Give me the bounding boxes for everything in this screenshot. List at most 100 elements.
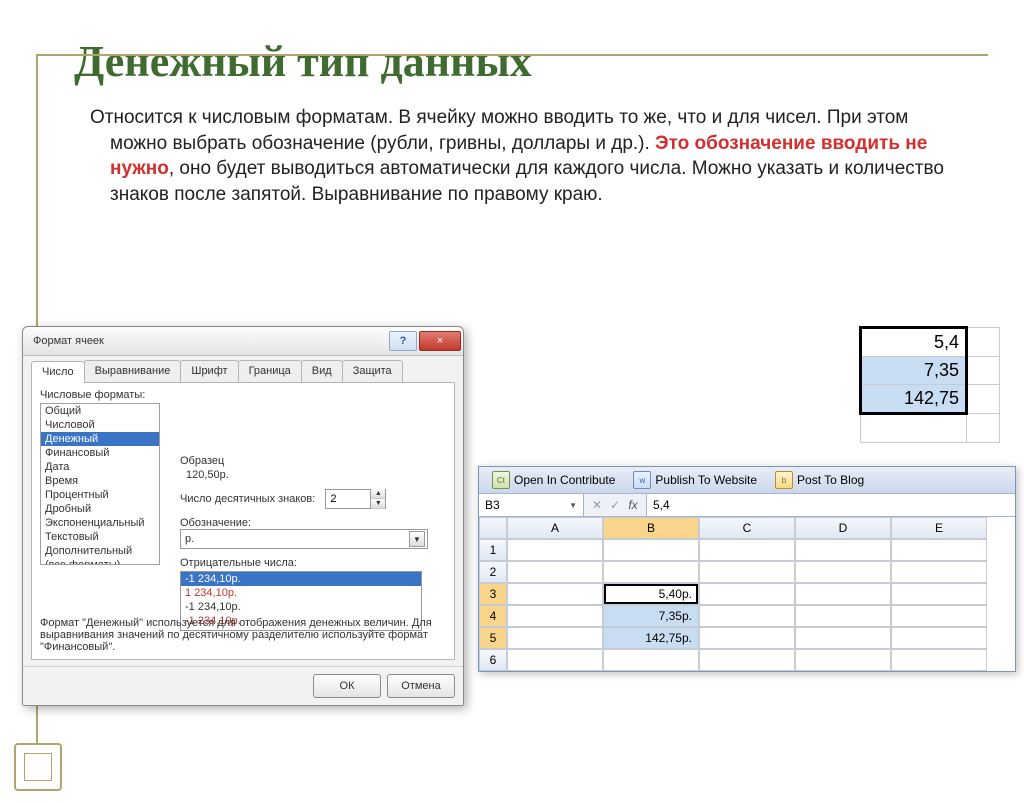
row-header[interactable]: 6 <box>479 649 507 671</box>
row-header[interactable]: 3 <box>479 583 507 605</box>
sample-value: 120,50р. <box>180 467 438 489</box>
select-all-corner[interactable] <box>479 517 507 539</box>
cell[interactable] <box>891 627 987 649</box>
name-box[interactable]: B3 ▼ <box>479 494 584 516</box>
cell[interactable]: 7,35р. <box>603 605 699 627</box>
accept-formula-icon[interactable]: ✓ <box>608 498 622 512</box>
fx-icon[interactable]: fx <box>626 498 640 512</box>
neg-option[interactable]: -1 234,10р. <box>181 572 421 586</box>
cell[interactable] <box>603 561 699 583</box>
cell[interactable] <box>795 583 891 605</box>
format-option[interactable]: Процентный <box>41 488 159 502</box>
dialog-tabs: Число Выравнивание Шрифт Граница Вид Защ… <box>31 360 455 383</box>
spin-up-icon[interactable]: ▲ <box>371 489 385 499</box>
para-part-2: , оно будет выводиться автоматически для… <box>110 158 944 205</box>
format-option[interactable]: Экспоненциальный <box>41 516 159 530</box>
cell[interactable] <box>699 627 795 649</box>
col-header[interactable]: B <box>603 517 699 539</box>
cell[interactable] <box>603 539 699 561</box>
cell[interactable] <box>795 605 891 627</box>
formats-label: Числовые форматы: <box>40 389 446 401</box>
dialog-title: Формат ячеек <box>33 335 104 347</box>
row-header[interactable]: 5 <box>479 627 507 649</box>
format-option[interactable]: (все форматы) <box>41 558 159 565</box>
cell[interactable] <box>507 627 603 649</box>
format-option[interactable]: Текстовый <box>41 530 159 544</box>
formats-listbox[interactable]: Общий Числовой Денежный Финансовый Дата … <box>40 403 160 565</box>
cell[interactable] <box>795 561 891 583</box>
chevron-down-icon[interactable]: ▼ <box>409 531 425 547</box>
tab-number[interactable]: Число <box>31 361 85 383</box>
format-option[interactable]: Время <box>41 474 159 488</box>
globe-icon: w <box>633 471 651 489</box>
tab-protection[interactable]: Защита <box>342 360 403 382</box>
cell[interactable] <box>795 649 891 671</box>
format-option-selected[interactable]: Денежный <box>41 432 159 446</box>
spreadsheet-grid[interactable]: A B C D E 1 2 3 5,40р. 4 7,35р. 5 142,75… <box>479 517 1015 671</box>
cell[interactable] <box>507 539 603 561</box>
cell[interactable] <box>891 561 987 583</box>
open-in-contribute-button[interactable]: Ct Open In Contribute <box>485 469 622 491</box>
cell[interactable] <box>507 605 603 627</box>
contribute-toolbar: Ct Open In Contribute w Publish To Websi… <box>479 467 1015 494</box>
cell[interactable] <box>699 605 795 627</box>
excel-window: Ct Open In Contribute w Publish To Websi… <box>478 466 1016 672</box>
spin-down-icon[interactable]: ▼ <box>371 499 385 509</box>
cell[interactable] <box>891 583 987 605</box>
cancel-button[interactable]: Отмена <box>387 674 455 698</box>
cell[interactable] <box>699 649 795 671</box>
neg-option[interactable]: -1 234,10р. <box>181 600 421 614</box>
cell[interactable] <box>891 649 987 671</box>
designation-value: р. <box>185 533 194 545</box>
ok-button[interactable]: ОК <box>313 674 381 698</box>
row-header[interactable]: 1 <box>479 539 507 561</box>
tab-fill[interactable]: Вид <box>301 360 343 382</box>
cell[interactable] <box>507 649 603 671</box>
close-button[interactable]: × <box>419 331 461 351</box>
neg-option[interactable]: 1 234,10р. <box>181 586 421 600</box>
format-option[interactable]: Дробный <box>41 502 159 516</box>
tab-border[interactable]: Граница <box>238 360 302 382</box>
row-header[interactable]: 4 <box>479 605 507 627</box>
cell[interactable] <box>699 561 795 583</box>
col-header[interactable]: E <box>891 517 987 539</box>
tab-font[interactable]: Шрифт <box>180 360 238 382</box>
designation-combo[interactable]: р. ▼ <box>180 529 428 549</box>
cell[interactable] <box>891 539 987 561</box>
chevron-down-icon[interactable]: ▼ <box>569 501 577 510</box>
open-label: Open In Contribute <box>514 473 615 487</box>
decimals-spinner[interactable]: ▲▼ <box>325 489 386 509</box>
cell[interactable] <box>795 627 891 649</box>
publish-label: Publish To Website <box>655 473 757 487</box>
post-to-blog-button[interactable]: b Post To Blog <box>768 469 871 491</box>
cell[interactable]: 142,75р. <box>603 627 699 649</box>
format-option[interactable]: Числовой <box>41 418 159 432</box>
col-header[interactable]: A <box>507 517 603 539</box>
negative-label: Отрицательные числа: <box>180 557 438 569</box>
format-option[interactable]: Финансовый <box>41 446 159 460</box>
col-header[interactable]: D <box>795 517 891 539</box>
help-button[interactable]: ? <box>389 331 417 351</box>
formula-value[interactable]: 5,4 <box>647 494 1015 516</box>
post-label: Post To Blog <box>797 473 864 487</box>
cell[interactable] <box>507 583 603 605</box>
row-header[interactable]: 2 <box>479 561 507 583</box>
decimals-input[interactable] <box>326 493 370 505</box>
cell[interactable] <box>795 539 891 561</box>
cell[interactable] <box>699 583 795 605</box>
publish-to-website-button[interactable]: w Publish To Website <box>626 469 764 491</box>
cell[interactable] <box>891 605 987 627</box>
mini-spreadsheet-selection: 5,4 7,35 142,75 <box>859 326 1000 443</box>
cell[interactable] <box>507 561 603 583</box>
format-option[interactable]: Дата <box>41 460 159 474</box>
col-header[interactable]: C <box>699 517 795 539</box>
format-option[interactable]: Дополнительный <box>41 544 159 558</box>
cancel-formula-icon[interactable]: ✕ <box>590 498 604 512</box>
format-option[interactable]: Общий <box>41 404 159 418</box>
cell-value: 5,4 <box>861 328 967 357</box>
active-cell[interactable]: 5,40р. <box>603 583 699 605</box>
cell[interactable] <box>699 539 795 561</box>
format-description: Формат "Денежный" используется для отобр… <box>40 617 446 653</box>
cell[interactable] <box>603 649 699 671</box>
tab-alignment[interactable]: Выравнивание <box>84 360 182 382</box>
